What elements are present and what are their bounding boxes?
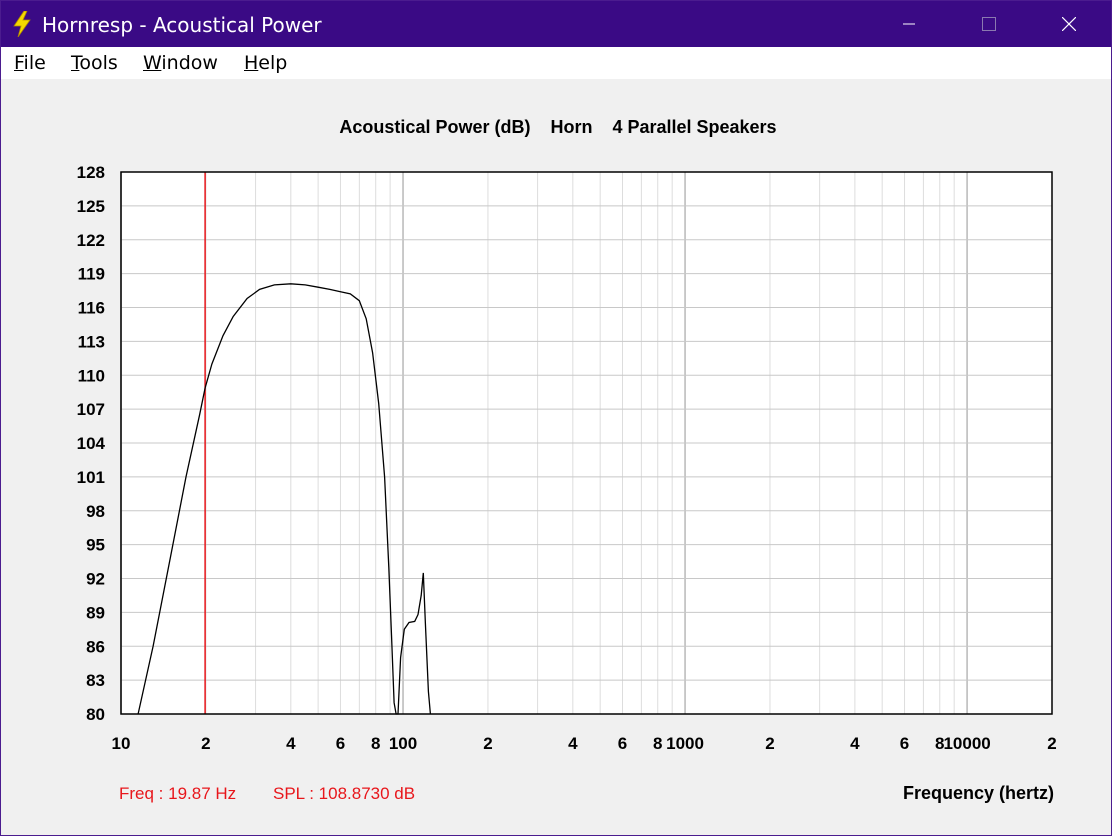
x-tick-label: 100 — [389, 734, 417, 753]
title-bar[interactable]: Hornresp - Acoustical Power — [1, 1, 1111, 47]
y-axis-ticks: 128 125 122 119 116 113 110 107 104 101 98 95 92 89 86… — [77, 163, 106, 724]
x-axis-ticks: 10 2 4 6 8 100 2 4 6 8 1000 2 4 6 810000 2 — [112, 734, 1057, 753]
status-freq: Freq : 19.87 Hz — [119, 784, 236, 803]
status-spl: SPL : 108.8730 dB — [273, 784, 415, 803]
window-title: Hornresp - Acoustical Power — [42, 13, 322, 37]
lightning-bolt-icon — [13, 11, 31, 37]
menu-help[interactable]: Help — [244, 52, 287, 74]
x-tick-label: 4 — [286, 734, 296, 753]
minimize-button[interactable] — [886, 1, 932, 47]
y-tick-label: 83 — [86, 671, 105, 690]
chart-area[interactable]: Acoustical Power (dB) Horn 4 Parallel Sp… — [1, 79, 1111, 835]
y-tick-label: 116 — [78, 299, 105, 318]
x-tick-label: 2 — [201, 734, 210, 753]
x-tick-label: 10 — [112, 734, 131, 753]
menu-tools[interactable]: Tools — [71, 52, 118, 74]
x-tick-label: 6 — [336, 734, 345, 753]
acoustical-power-chart[interactable]: Acoustical Power (dB) Horn 4 Parallel Sp… — [1, 79, 1111, 835]
minimize-icon — [903, 23, 915, 25]
maximize-button[interactable] — [966, 1, 1012, 47]
x-tick-label: 6 — [900, 734, 909, 753]
y-tick-label: 122 — [77, 231, 105, 250]
menu-window[interactable]: Window — [143, 52, 218, 74]
close-icon — [1062, 17, 1076, 31]
y-tick-label: 98 — [86, 502, 105, 521]
y-tick-label: 107 — [77, 400, 105, 419]
chart-title: Acoustical Power (dB) Horn 4 Parallel Sp… — [339, 117, 776, 137]
x-tick-label: 4 — [568, 734, 578, 753]
x-tick-label: 8 — [653, 734, 662, 753]
x-tick-label: 2 — [1047, 734, 1056, 753]
y-tick-label: 92 — [86, 570, 105, 589]
y-tick-label: 104 — [77, 434, 106, 453]
x-axis-label: Frequency (hertz) — [903, 783, 1054, 803]
x-tick-label: 2 — [765, 734, 774, 753]
y-tick-label: 80 — [86, 705, 105, 724]
app-window: Hornresp - Acoustical Power File Tools W… — [0, 0, 1112, 836]
menu-file[interactable]: File — [14, 52, 46, 74]
x-tick-label: 6 — [618, 734, 627, 753]
x-tick-label: 10000 — [943, 734, 990, 753]
maximize-icon — [982, 17, 996, 31]
y-tick-label: 113 — [78, 332, 105, 351]
x-tick-label: 1000 — [666, 734, 704, 753]
y-tick-label: 101 — [77, 468, 105, 487]
y-tick-label: 125 — [77, 197, 105, 216]
close-button[interactable] — [1046, 1, 1092, 47]
y-tick-label: 128 — [77, 163, 105, 182]
y-tick-label: 86 — [86, 637, 105, 656]
x-tick-label: 4 — [850, 734, 860, 753]
y-tick-label: 89 — [86, 603, 105, 622]
x-tick-label: 8 — [371, 734, 380, 753]
y-tick-label: 119 — [78, 265, 105, 284]
menu-bar: File Tools Window Help — [1, 47, 1111, 79]
x-tick-label: 2 — [483, 734, 492, 753]
y-tick-label: 110 — [78, 366, 105, 385]
y-tick-label: 95 — [86, 536, 105, 555]
